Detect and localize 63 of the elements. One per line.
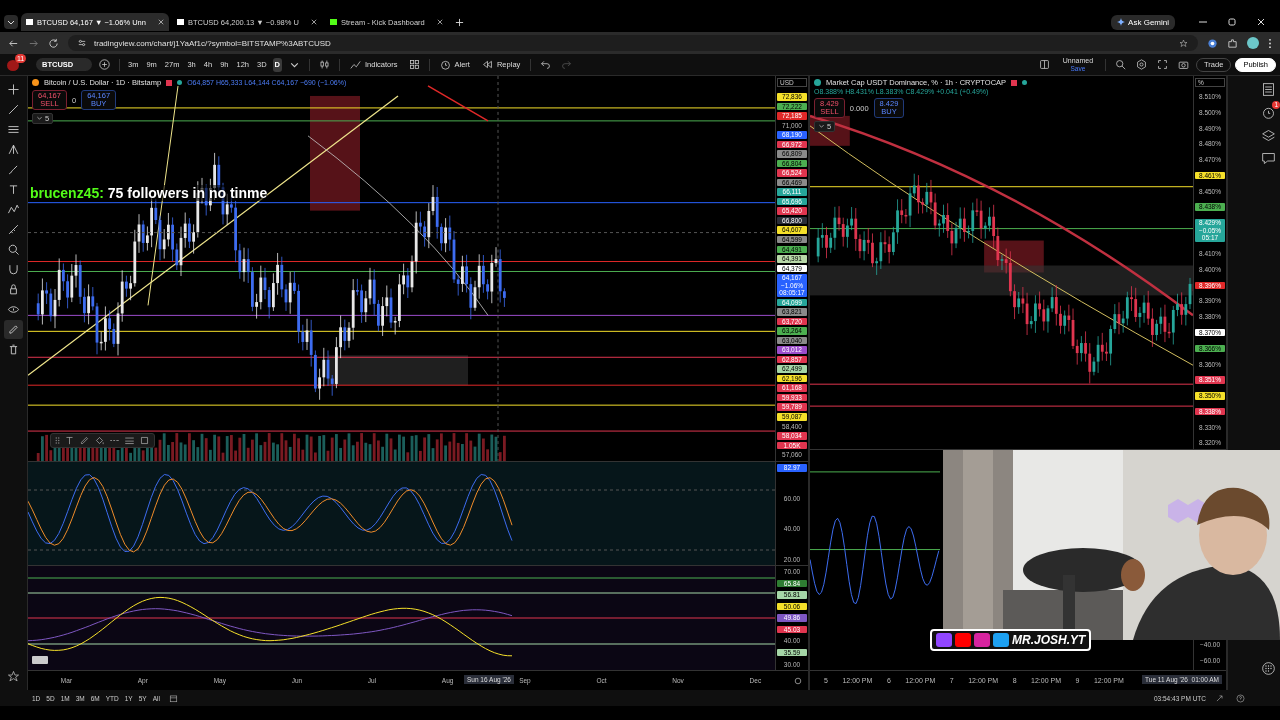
profile-avatar[interactable] — [1247, 37, 1259, 49]
alarm-clock-icon — [439, 59, 451, 70]
text-icon[interactable] — [64, 435, 75, 446]
close-tab-icon[interactable] — [436, 19, 443, 25]
channel-handle: MR.JOSH.YT — [1012, 633, 1086, 647]
menu-icon[interactable] — [1268, 37, 1272, 49]
site-favicon-icon — [176, 19, 184, 25]
apps-icon[interactable] — [1261, 661, 1276, 676]
quick-search-icon[interactable] — [1115, 59, 1127, 70]
bookmark-star-icon[interactable] — [1179, 38, 1188, 48]
split-layout-icon[interactable] — [1038, 59, 1050, 70]
twitter-icon — [993, 633, 1009, 647]
puzzle-icon[interactable] — [1227, 37, 1238, 49]
chart-line-icon — [350, 59, 361, 70]
youtube-icon — [955, 633, 971, 647]
market-status-icon — [1022, 80, 1028, 85]
chat-icon[interactable] — [1261, 151, 1276, 166]
chevron-icon — [818, 123, 825, 130]
site-favicon-icon — [26, 19, 33, 25]
reload-icon[interactable] — [48, 37, 59, 49]
tether-icon — [814, 79, 821, 86]
chevron-icon — [36, 115, 43, 122]
camera-icon[interactable] — [1178, 59, 1190, 70]
square-icon[interactable] — [139, 435, 150, 446]
user-avatar[interactable] — [7, 59, 19, 71]
new-tab-icon[interactable] — [454, 17, 464, 27]
undo-icon[interactable] — [540, 59, 552, 70]
instagram-icon — [974, 633, 990, 647]
site-favicon-icon — [329, 19, 337, 25]
address-field[interactable]: tradingview.com/chart/j1YaAf1c/?symbol=BITSTAMP%3ABTCUSD — [68, 35, 1198, 51]
watchlist-icon[interactable] — [1261, 82, 1276, 97]
ask-gemini-button[interactable]: Ask Gemini — [1111, 14, 1175, 30]
fill-icon[interactable] — [94, 435, 105, 446]
expand-icon[interactable] — [1215, 693, 1224, 703]
calendar-icon[interactable] — [168, 693, 178, 703]
pencil-icon[interactable] — [4, 320, 23, 339]
rewind-icon — [481, 59, 493, 70]
close-tab-icon[interactable] — [157, 19, 164, 25]
site-settings-icon[interactable] — [78, 39, 86, 47]
drag-handle-icon[interactable] — [55, 436, 60, 445]
line-weight-icon[interactable] — [124, 435, 135, 446]
extension-icon[interactable] — [1207, 37, 1218, 49]
restore-icon[interactable] — [1227, 17, 1237, 27]
flag-icon[interactable] — [1011, 79, 1018, 86]
fullscreen-icon[interactable] — [1157, 59, 1169, 70]
price-axis[interactable] — [775, 76, 808, 461]
help-icon[interactable] — [1236, 693, 1245, 703]
flag-icon[interactable] — [166, 79, 173, 86]
alarm-clock-icon[interactable] — [1261, 105, 1276, 120]
close-tab-icon[interactable] — [310, 19, 317, 25]
market-status-icon — [177, 80, 183, 85]
templates-icon[interactable] — [408, 59, 420, 70]
twitch-icon — [936, 633, 952, 647]
add-icon[interactable] — [99, 59, 110, 70]
layers-icon[interactable] — [1261, 128, 1276, 143]
sparkle-icon — [1117, 18, 1126, 26]
pen-icon[interactable] — [79, 435, 90, 446]
tab-search-icon[interactable] — [4, 15, 18, 29]
candles-icon[interactable] — [319, 59, 330, 70]
chat-overlay-message: brucenz45: 75 followers in no tinme — [30, 185, 268, 201]
close-icon[interactable] — [1256, 17, 1266, 27]
trend-line — [427, 85, 489, 122]
bitcoin-icon — [32, 79, 39, 86]
